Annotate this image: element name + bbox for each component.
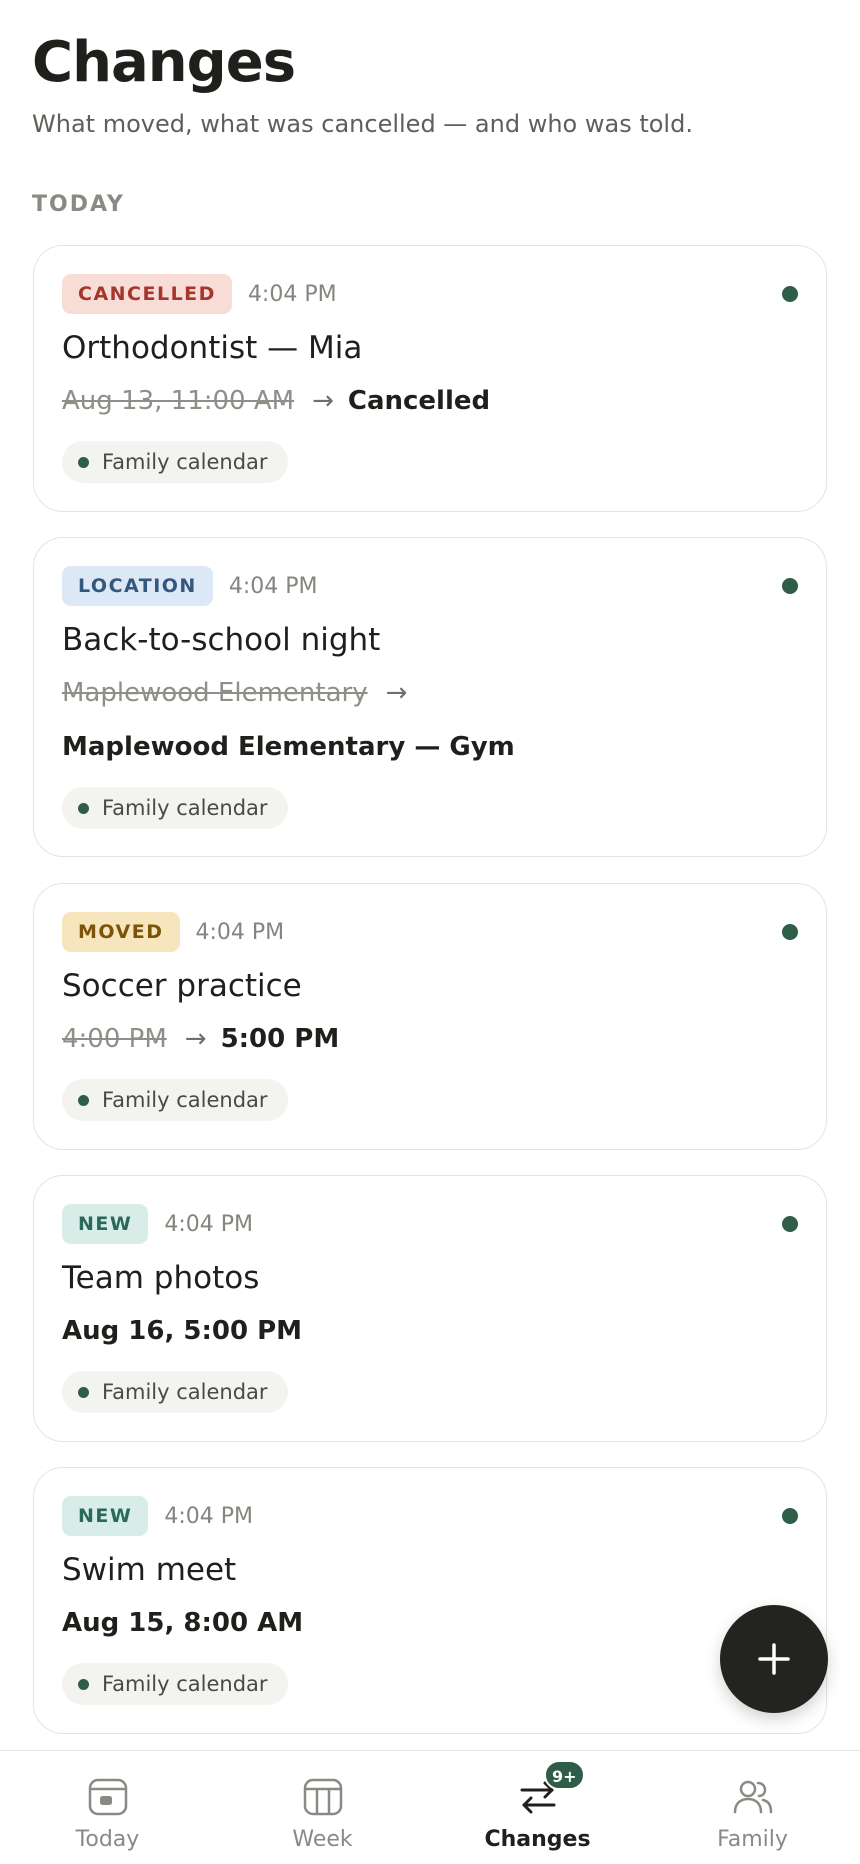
page-subtitle: What moved, what was cancelled — and who… [32,110,693,138]
new-value: Cancelled [347,386,491,416]
calendar-dot-icon [78,1678,89,1690]
status-badge-moved: MOVED [62,912,180,952]
old-value: Aug 13, 11:00 AM [62,386,295,416]
calendar-dot-icon [78,802,89,814]
change-time: 4:04 PM [195,919,285,945]
change-detail: 4:00 PM → 5:00 PM [62,1024,339,1054]
calendar-name: Family calendar [102,450,268,474]
new-value: 5:00 PM [220,1024,340,1054]
new-value: Aug 16, 5:00 PM [62,1316,303,1346]
plus-icon [758,1643,790,1675]
event-title: Soccer practice [62,968,302,1004]
card-header: NEW 4:04 PM [62,1496,253,1536]
status-badge-location: LOCATION [62,566,213,606]
status-badge-new: NEW [62,1496,149,1536]
calendar-chip: Family calendar [62,787,288,829]
calendar-chip: Family calendar [62,1079,288,1121]
nav-label: Changes [484,1827,591,1852]
section-label-today: TODAY [32,192,125,217]
bottom-nav: Today Week Changes Family [0,1750,860,1864]
old-value: 4:00 PM [62,1024,167,1054]
arrow-right-icon: → [312,386,334,416]
calendar-name: Family calendar [102,1380,268,1404]
nav-label: Today [75,1827,140,1852]
change-card-back-to-school-night[interactable]: LOCATION 4:04 PM Back-to-school night Ma… [33,537,827,857]
nav-label: Family [717,1827,788,1852]
unread-dot [782,1508,798,1524]
calendar-chip: Family calendar [62,1371,288,1413]
nav-label: Week [292,1827,353,1852]
unread-dot [782,924,798,940]
nav-item-today[interactable]: Today [0,1751,215,1864]
calendar-chip: Family calendar [62,1663,288,1705]
card-header: CANCELLED 4:04 PM [62,274,337,314]
calendar-name: Family calendar [102,796,268,820]
calendar-name: Family calendar [102,1088,268,1112]
arrow-right-icon: → [184,1024,207,1054]
calendar-dot-icon [78,456,89,468]
event-title: Team photos [62,1260,260,1296]
card-header: LOCATION 4:04 PM [62,566,318,606]
change-detail: Aug 13, 11:00 AM → Cancelled [62,386,490,416]
changes-screen: Changes What moved, what was cancelled —… [0,0,860,1864]
change-card-orthodontist[interactable]: CANCELLED 4:04 PM Orthodontist — Mia Aug… [33,245,827,512]
change-time: 4:04 PM [164,1503,253,1529]
nav-item-week[interactable]: Week [215,1751,430,1864]
unread-dot [782,1216,798,1232]
add-event-button[interactable] [720,1605,828,1713]
family-icon [733,1780,772,1814]
arrow-right-icon: → [385,678,408,708]
unread-dot [782,286,798,302]
changes-count-badge: 9+ [544,1760,585,1790]
new-value: Aug 15, 8:00 AM [62,1608,304,1638]
nav-item-changes[interactable]: Changes [430,1751,645,1864]
event-title: Swim meet [62,1552,237,1588]
calendar-dot-icon [78,1094,89,1106]
status-badge-new: NEW [62,1204,149,1244]
card-header: MOVED 4:04 PM [62,912,284,952]
change-card-soccer-practice[interactable]: MOVED 4:04 PM Soccer practice 4:00 PM → … [33,883,827,1150]
change-detail-old: Maplewood Elementary → [62,678,421,708]
change-card-swim-meet[interactable]: NEW 4:04 PM Swim meet Aug 15, 8:00 AM Fa… [33,1467,827,1734]
card-header: NEW 4:04 PM [62,1204,253,1244]
nav-item-family[interactable]: Family [645,1751,860,1864]
today-icon [88,1778,127,1816]
event-title: Orthodontist — Mia [62,330,363,366]
page-title: Changes [32,30,296,95]
change-time: 4:04 PM [164,1211,253,1237]
unread-dot [782,578,798,594]
week-icon [303,1778,342,1816]
status-badge-cancelled: CANCELLED [62,274,232,314]
old-value: Maplewood Elementary [62,678,368,708]
calendar-dot-icon [78,1386,89,1398]
calendar-chip: Family calendar [62,441,288,483]
change-card-team-photos[interactable]: NEW 4:04 PM Team photos Aug 16, 5:00 PM … [33,1175,827,1442]
change-time: 4:04 PM [228,573,318,599]
event-title: Back-to-school night [62,622,381,658]
new-value: Maplewood Elementary — Gym [62,732,515,762]
calendar-name: Family calendar [102,1672,268,1696]
change-time: 4:04 PM [247,281,337,307]
